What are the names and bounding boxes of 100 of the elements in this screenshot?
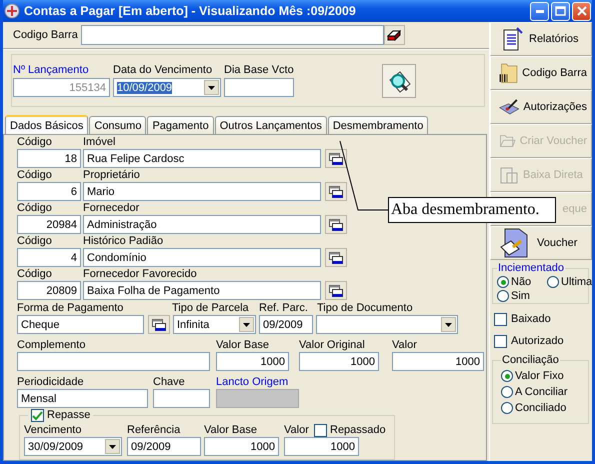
field-label: Vencimento bbox=[24, 424, 82, 437]
window-stack-icon bbox=[152, 318, 166, 330]
radio-button[interactable] bbox=[501, 402, 513, 414]
code-field[interactable]: 20809 bbox=[17, 281, 81, 300]
maximize-button[interactable] bbox=[551, 2, 570, 20]
text-field[interactable] bbox=[224, 78, 294, 98]
radio-label: Ultima bbox=[561, 276, 592, 288]
link[interactable]: Lancto Origem bbox=[216, 376, 288, 389]
number-field[interactable]: 1000 bbox=[392, 352, 484, 371]
tab[interactable]: Pagamento bbox=[147, 116, 214, 134]
maximize-icon bbox=[555, 6, 566, 16]
field-label: Código bbox=[17, 169, 53, 182]
caret-icon bbox=[208, 86, 215, 90]
close-icon bbox=[576, 6, 586, 16]
window-stack-icon bbox=[329, 218, 343, 230]
dropdown-button[interactable] bbox=[441, 317, 456, 332]
tab[interactable]: Dados Básicos bbox=[5, 115, 88, 134]
number-field[interactable]: 1000 bbox=[299, 352, 379, 371]
checkbox[interactable] bbox=[494, 313, 507, 326]
lookup-button[interactable] bbox=[325, 182, 347, 201]
dropdown[interactable]: Infinita bbox=[173, 315, 256, 334]
field-label: Codigo Barra bbox=[13, 28, 78, 42]
eraser-button[interactable] bbox=[384, 25, 405, 46]
field-label: Valor Base bbox=[216, 339, 270, 352]
lookup-button[interactable] bbox=[325, 281, 347, 300]
radio-button[interactable] bbox=[497, 276, 509, 288]
field-label: Valor Original bbox=[299, 339, 366, 352]
group-title: Inciementado bbox=[497, 262, 566, 275]
field-label: Código bbox=[17, 235, 53, 248]
field-label: Valor bbox=[392, 339, 417, 352]
field-label: Complemento bbox=[17, 339, 86, 352]
lookup-button[interactable] bbox=[148, 315, 170, 334]
field-label: Forma de Pagamento bbox=[17, 302, 124, 315]
field-label: Código bbox=[17, 136, 53, 149]
number-field[interactable]: 1000 bbox=[204, 437, 279, 456]
radio-button[interactable] bbox=[501, 370, 513, 382]
caret-icon bbox=[445, 322, 452, 326]
window-stack-icon bbox=[329, 284, 343, 296]
number-field[interactable]: 1000 bbox=[216, 352, 289, 371]
window-stack-icon bbox=[329, 186, 343, 198]
radio-button[interactable] bbox=[547, 276, 559, 288]
text-field[interactable]: Mensal bbox=[17, 389, 148, 408]
field-label: Imóvel bbox=[83, 136, 116, 149]
field-label: Tipo de Parcela bbox=[172, 302, 250, 315]
lookup-button[interactable] bbox=[325, 248, 347, 267]
radio-button[interactable] bbox=[497, 290, 509, 302]
checkbox[interactable] bbox=[494, 335, 507, 348]
field-label: Código bbox=[17, 202, 53, 215]
field-label: Tipo de Documento bbox=[317, 302, 413, 315]
window-stack-icon bbox=[329, 252, 343, 264]
field-label: Valor Base bbox=[204, 424, 258, 437]
checkbox[interactable] bbox=[314, 424, 327, 437]
field-label: Chave bbox=[153, 376, 186, 389]
text-field[interactable]: Mario bbox=[83, 182, 321, 201]
lookup-button[interactable] bbox=[325, 149, 347, 168]
field-label: Código bbox=[17, 268, 53, 281]
field-label: Ref. Parc. bbox=[259, 302, 309, 315]
tab[interactable]: Consumo bbox=[89, 116, 146, 134]
dropdown-button[interactable] bbox=[204, 80, 219, 96]
app-icon bbox=[4, 3, 20, 19]
text-field[interactable]: 09/2009 bbox=[127, 437, 201, 456]
toolbar-button[interactable]: Relatórios bbox=[490, 22, 592, 56]
dropdown-button[interactable] bbox=[239, 317, 254, 332]
text-field[interactable]: Condomínio bbox=[83, 248, 321, 267]
close-button[interactable] bbox=[572, 2, 591, 20]
barcode-field[interactable] bbox=[80, 25, 384, 46]
toolbar-button[interactable]: Codigo Barra bbox=[490, 56, 592, 90]
text-field[interactable]: Rua Felipe Cardosc bbox=[83, 149, 321, 168]
code-field[interactable]: 6 bbox=[17, 182, 81, 201]
minimize-button[interactable] bbox=[530, 2, 549, 20]
field-label: Valor bbox=[284, 424, 310, 437]
radio-label: A Conciliar bbox=[515, 386, 568, 398]
toolbar-button[interactable]: Autorizações bbox=[490, 90, 592, 124]
text-field[interactable]: Cheque bbox=[17, 315, 144, 334]
text-field[interactable] bbox=[17, 352, 210, 371]
text-field[interactable]: Administração bbox=[83, 215, 321, 234]
lookup-button[interactable] bbox=[325, 215, 347, 234]
field-label: Referência bbox=[127, 424, 182, 437]
code-field[interactable]: 4 bbox=[17, 248, 81, 267]
code-field[interactable]: 18 bbox=[17, 149, 81, 168]
dropdown-button[interactable] bbox=[105, 439, 120, 454]
search-button[interactable] bbox=[382, 64, 416, 98]
checkbox[interactable] bbox=[31, 409, 44, 422]
date-dropdown[interactable]: 30/09/2009 bbox=[24, 437, 122, 456]
text-field[interactable] bbox=[153, 389, 210, 408]
checkbox-label: Repassado bbox=[330, 424, 386, 437]
code-field[interactable]: 20984 bbox=[17, 215, 81, 234]
text-field[interactable]: 09/2009 bbox=[259, 315, 313, 334]
number-field[interactable]: 1000 bbox=[284, 437, 359, 456]
tab[interactable]: Desmembramento bbox=[328, 116, 428, 134]
field-label: Proprietário bbox=[83, 169, 140, 182]
toolbar-button[interactable]: Voucher bbox=[490, 226, 592, 260]
text-field[interactable]: Baixa Folha de Pagamento bbox=[83, 281, 321, 300]
window-title: Contas a Pagar [Em aberto] - Visualizando Mês :09/2009 bbox=[24, 4, 356, 18]
radio-button[interactable] bbox=[501, 386, 513, 398]
date-dropdown[interactable]: 10/09/2009 bbox=[113, 78, 221, 98]
checkbox-label: Repasse bbox=[47, 409, 90, 422]
radio-label: Não bbox=[511, 276, 532, 288]
field-label: Fornecedor Favorecido bbox=[83, 268, 197, 281]
tab[interactable]: Outros Lançamentos bbox=[214, 116, 327, 134]
